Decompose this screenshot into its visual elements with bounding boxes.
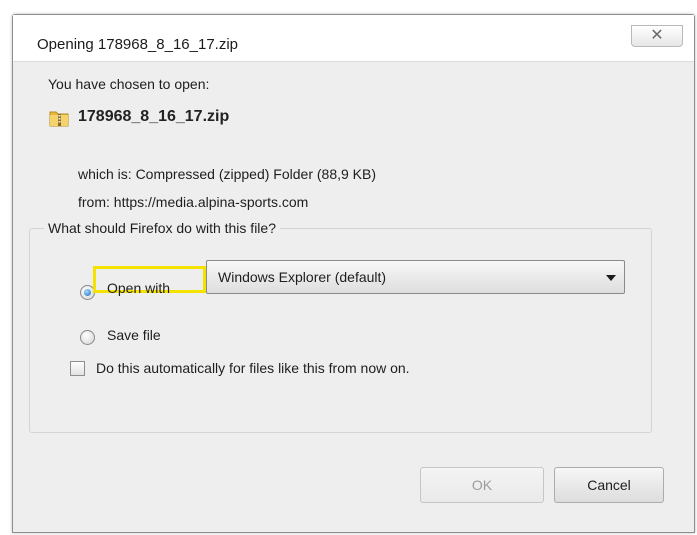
open-with-label[interactable]: Open with: [107, 280, 170, 296]
chevron-down-icon: [606, 275, 616, 281]
ok-button[interactable]: OK: [420, 467, 544, 503]
title-bar: Opening 178968_8_16_17.zip ✕: [13, 15, 694, 62]
close-button[interactable]: ✕: [631, 25, 683, 47]
action-group-legend: What should Firefox do with this file?: [44, 220, 280, 236]
save-file-radio[interactable]: [80, 330, 95, 345]
cancel-button[interactable]: Cancel: [554, 467, 664, 503]
application-select[interactable]: Windows Explorer (default): [206, 260, 625, 294]
zip-folder-icon: [49, 111, 69, 127]
save-file-label[interactable]: Save file: [107, 327, 161, 343]
intro-text: You have chosen to open:: [48, 76, 210, 92]
close-icon: ✕: [650, 27, 664, 44]
file-name: 178968_8_16_17.zip: [78, 108, 230, 125]
auto-action-checkbox[interactable]: [70, 361, 85, 376]
window-title: Opening 178968_8_16_17.zip: [37, 36, 239, 53]
file-source-info: from: https://media.alpina-sports.com: [78, 194, 309, 210]
file-type-info: which is: Compressed (zipped) Folder (88…: [78, 166, 377, 182]
application-select-value: Windows Explorer (default): [218, 269, 387, 285]
auto-action-label[interactable]: Do this automatically for files like thi…: [96, 360, 410, 376]
